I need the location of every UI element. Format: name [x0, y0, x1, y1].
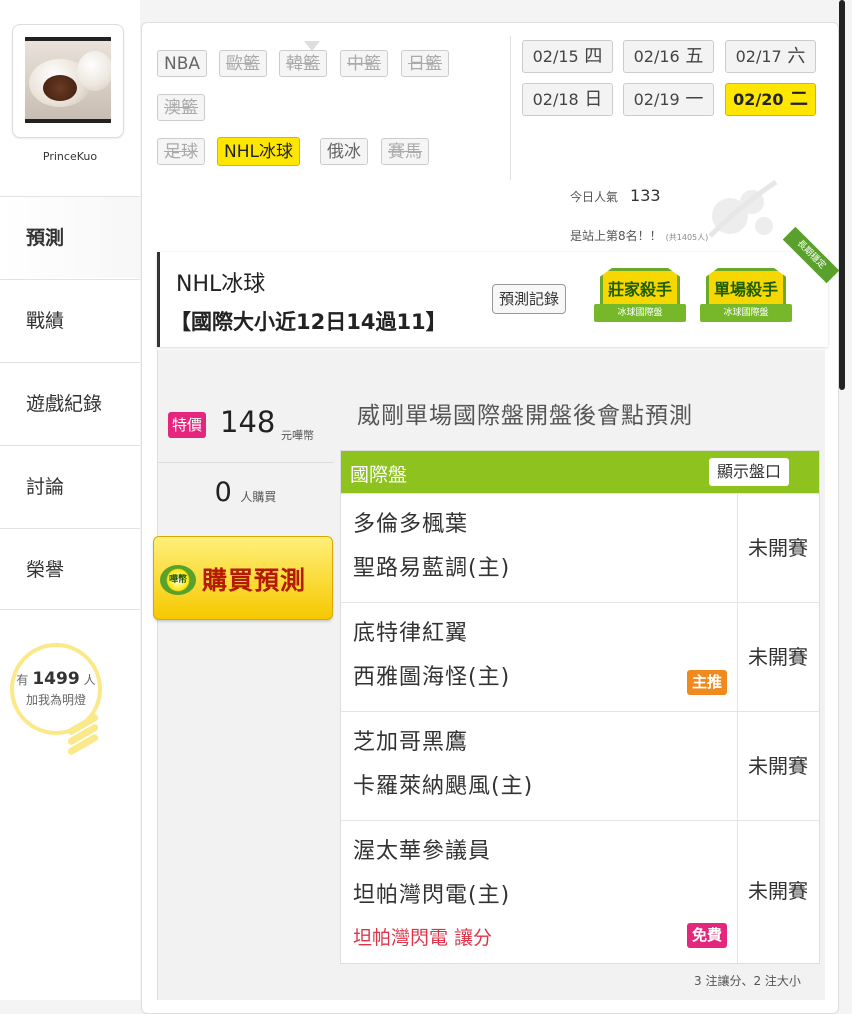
popularity-rank-text: 是站上第8名！！: [570, 229, 662, 243]
date-button-0218[interactable]: 02/18 日: [522, 83, 613, 116]
date-dow: 五: [685, 46, 704, 67]
date-button-0216[interactable]: 02/16 五: [623, 40, 714, 73]
game-status: 未開賽: [748, 754, 808, 778]
home-team: 西雅圖海怪(主): [353, 665, 511, 690]
date-md: 02/15: [532, 47, 579, 66]
fans-prefix: 有: [16, 673, 29, 687]
league-tag-korea-basketball[interactable]: 韓籃: [279, 50, 327, 77]
away-team: 底特律紅翼: [353, 621, 469, 646]
league-tag-nba[interactable]: NBA: [157, 50, 208, 77]
nav-item-honors[interactable]: 榮譽: [0, 528, 140, 610]
coin-icon: 嘩幣: [160, 565, 196, 595]
popularity-label: 今日人氣: [570, 190, 619, 204]
buyers-unit: 人購買: [240, 490, 277, 504]
date-md: 02/20: [733, 90, 784, 109]
username[interactable]: PrinceKuo: [0, 150, 140, 163]
date-dow: 四: [584, 46, 603, 67]
special-price-badge: 特價: [168, 412, 207, 438]
banner-title: NHL冰球: [176, 272, 266, 297]
fans-suffix: 人: [83, 673, 96, 687]
date-md: 02/18: [532, 90, 579, 109]
date-button-0215[interactable]: 02/15 四: [522, 40, 613, 73]
pick-summary: 3 注讓分、2 注大小: [694, 974, 801, 988]
away-team: 芝加哥黑鷹: [353, 730, 469, 755]
league-tag-khl[interactable]: 俄冰: [320, 138, 368, 165]
game-status: 未開賽: [748, 879, 808, 903]
prediction-table: 國際盤 顯示盤口 多倫多楓葉 聖路易藍調(主) 未開賽 底特律紅翼 西雅圖海怪(…: [340, 450, 820, 964]
date-button-0219[interactable]: 02/19 一: [623, 83, 714, 116]
avatar-frame[interactable]: [12, 24, 124, 138]
league-tag-china-basketball[interactable]: 中籃: [340, 50, 388, 77]
buyers-count: 0 人購買: [157, 462, 334, 508]
game-status: 未開賽: [748, 645, 808, 669]
decorative-splash-icon: [708, 179, 778, 238]
banner-subtitle: 【國際大小近12日14過11】: [170, 310, 447, 334]
handicap-pick: 坦帕灣閃電 讓分: [353, 927, 493, 949]
date-md: 02/19: [633, 90, 680, 109]
nav-item-prediction[interactable]: 預測: [0, 196, 140, 278]
table-row: 芝加哥黑鷹 卡羅萊納颶風(主) 未開賽: [341, 711, 819, 820]
badge-title: 莊家殺手: [607, 280, 672, 299]
badge-title: 單場殺手: [713, 280, 778, 299]
league-tag-japan-basketball[interactable]: 日籃: [401, 50, 449, 77]
league-tag-soccer[interactable]: 足球: [157, 138, 205, 165]
away-team: 多倫多楓葉: [353, 512, 469, 537]
date-dow: 六: [787, 46, 806, 67]
table-row: 多倫多楓葉 聖路易藍調(主) 未開賽: [341, 493, 819, 602]
table-row: 渥太華參議員 坦帕灣閃電(主) 坦帕灣閃電 讓分 免費 未開賽: [341, 820, 819, 963]
popularity-value: 133: [630, 186, 661, 205]
prediction-record-button[interactable]: 預測記錄: [492, 284, 567, 314]
date-md: 02/17: [735, 47, 782, 66]
price-unit: 元嘩幣: [281, 429, 314, 442]
nav-item-record[interactable]: 戰績: [0, 279, 140, 361]
league-tag-euro-basketball[interactable]: 歐籃: [219, 50, 267, 77]
away-team: 渥太華參議員: [353, 839, 492, 864]
scrollbar[interactable]: [839, 0, 845, 390]
home-team: 卡羅萊納颶風(主): [353, 774, 534, 799]
home-team: 坦帕灣閃電(主): [353, 883, 511, 908]
date-dow: 日: [584, 89, 603, 110]
date-button-0220[interactable]: 02/20 二: [725, 83, 816, 116]
game-status: 未開賽: [748, 536, 808, 560]
popularity-rank: 是站上第8名！！ (共1405人): [570, 227, 708, 244]
table-header-label: 國際盤: [350, 464, 408, 486]
badge-ribbon: 冰球國際盤: [700, 304, 792, 322]
prediction-title: 威剛單場國際盤開盤後會點預測: [357, 403, 693, 429]
price-value: 148: [220, 405, 276, 439]
date-dow: 二: [789, 89, 808, 110]
show-odds-button[interactable]: 顯示盤口: [709, 458, 790, 486]
fans-count: 1499: [32, 669, 80, 689]
popularity-today: 今日人氣 133: [570, 186, 661, 205]
filter-divider: [510, 36, 511, 180]
expert-banner: NHL冰球 【國際大小近12日14過11】 預測記錄 莊家殺手 冰球國際盤 單場…: [157, 226, 840, 347]
date-button-0217[interactable]: 02/17 六: [725, 40, 816, 73]
league-tag-nhl[interactable]: NHL冰球: [217, 137, 300, 166]
table-header: 國際盤 顯示盤口: [341, 451, 819, 493]
fans-cta: 加我為明燈: [25, 693, 86, 707]
league-tag-horse-racing[interactable]: 賽馬: [381, 138, 429, 165]
nav-item-game-history[interactable]: 遊戲紀錄: [0, 362, 140, 444]
sidebar: PrinceKuo 預測 戰績 遊戲紀錄 討論 榮譽 有 1499 人 加我為明燈: [0, 0, 140, 1000]
home-team: 聖路易藍調(主): [353, 556, 511, 581]
date-dow: 一: [685, 89, 704, 110]
featured-pick-badge: 主推: [686, 670, 727, 695]
lightbulb-base-icon: [66, 712, 100, 760]
table-row: 底特律紅翼 西雅圖海怪(主) 主推 未開賽: [341, 602, 819, 711]
badge-ribbon: 冰球國際盤: [594, 304, 686, 322]
buy-prediction-button[interactable]: 嘩幣 購買預測: [153, 536, 333, 620]
date-md: 02/16: [633, 47, 680, 66]
league-tag-australia-basketball[interactable]: 澳籃: [157, 94, 205, 121]
nav-item-discussion[interactable]: 討論: [0, 445, 140, 527]
badge-single-game-killer: 單場殺手 冰球國際盤: [700, 268, 792, 324]
content-left-border: [157, 350, 158, 1000]
buyers-number: 0: [214, 477, 232, 508]
free-badge: 免費: [686, 923, 727, 948]
badge-bookmaker-killer: 莊家殺手 冰球國際盤: [594, 268, 686, 324]
avatar[interactable]: [25, 37, 111, 123]
buy-prediction-label: 購買預測: [202, 566, 307, 595]
